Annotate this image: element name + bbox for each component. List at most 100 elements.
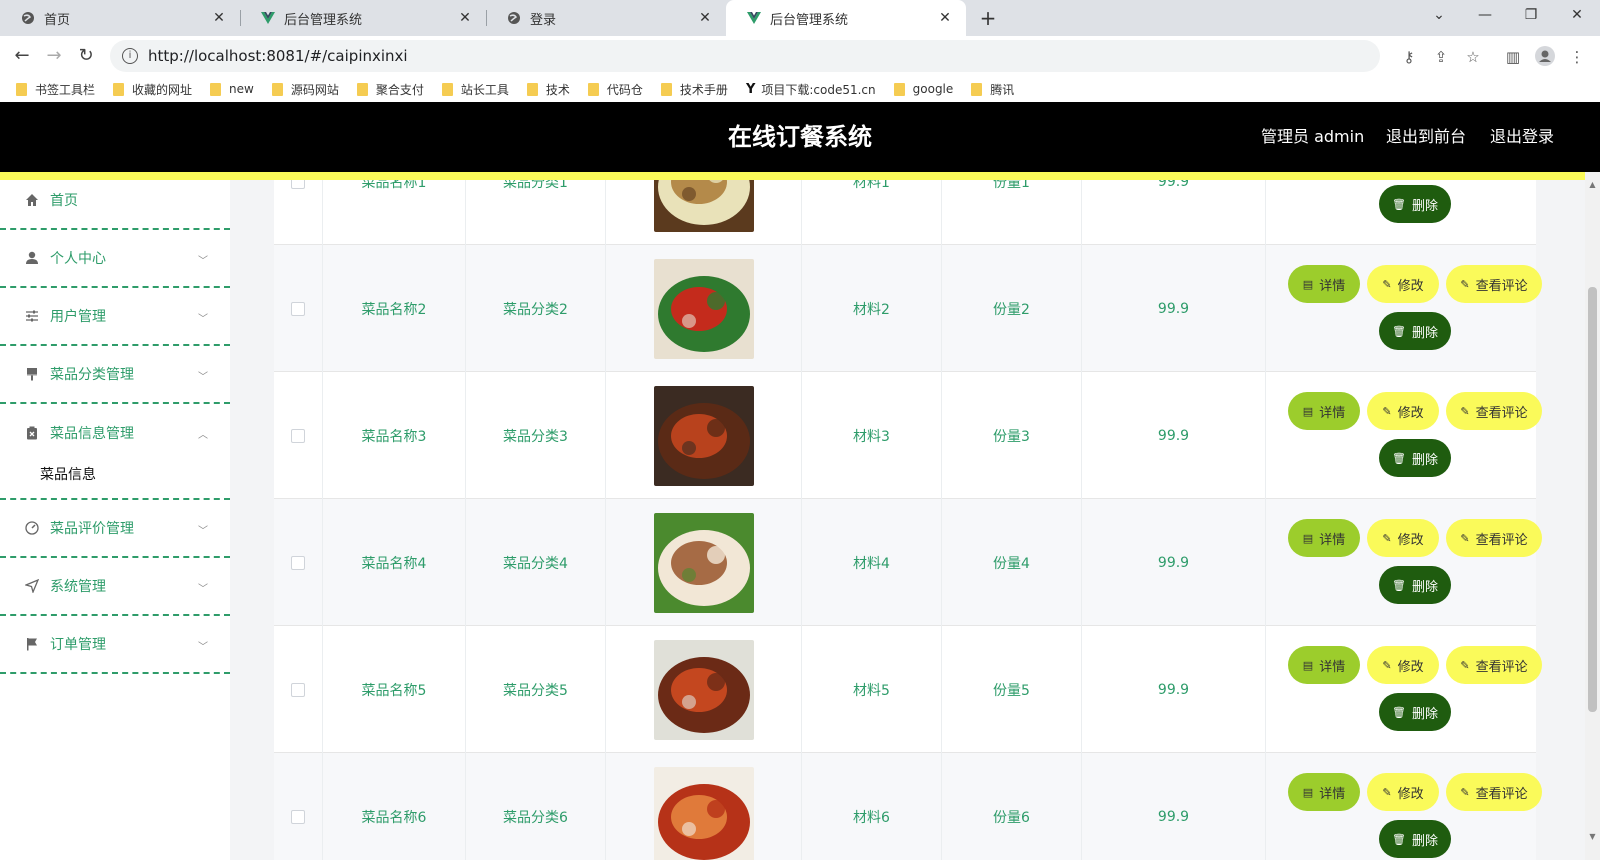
browser-tab-login[interactable]: 登录 ✕ <box>486 0 726 36</box>
scroll-up-icon[interactable]: ▲ <box>1585 180 1600 189</box>
sidebar-item-orders[interactable]: 订单管理 ﹀ <box>0 616 230 674</box>
cell-price: 99.9 <box>1082 626 1266 753</box>
browser-tab-admin-active[interactable]: 后台管理系统 ✕ <box>726 0 966 36</box>
sidebar-item-dish-review[interactable]: 菜品评价管理 ﹀ <box>0 500 230 558</box>
sidebar-item-users[interactable]: 用户管理 ﹀ <box>0 288 230 346</box>
button-label: 查看评论 <box>1475 278 1528 294</box>
logout-link[interactable]: 退出登录 <box>1490 102 1554 172</box>
forward-icon[interactable]: → <box>40 42 68 70</box>
info-icon[interactable]: i <box>122 48 138 64</box>
bookmarks-bar: 书签工具栏 收藏的网址 new 源码网站 聚合支付 站长工具 技术 代码仓 技术… <box>0 76 1600 102</box>
button-label: 删除 <box>1411 452 1438 468</box>
sidebar-item-dish-category[interactable]: 菜品分类管理 ﹀ <box>0 346 230 404</box>
delete-button[interactable]: 🗑 删除 <box>1379 312 1451 350</box>
view-reviews-button[interactable]: ✎ 查看评论 <box>1446 519 1542 557</box>
bookmark-item[interactable]: 书签工具栏 <box>16 81 95 98</box>
close-icon[interactable]: ✕ <box>696 10 714 26</box>
browser-tab-home[interactable]: 首页 ✕ <box>0 0 240 36</box>
document-icon: ▤ <box>1302 277 1314 291</box>
delete-button[interactable]: 🗑 删除 <box>1379 693 1451 731</box>
edit-button[interactable]: ✎ 修改 <box>1367 519 1439 557</box>
menu-kebab-icon[interactable]: ⋮ <box>1566 46 1588 68</box>
back-to-front-link[interactable]: 退出到前台 <box>1386 102 1466 172</box>
edit-button[interactable]: ✎ 修改 <box>1367 392 1439 430</box>
trash-icon: 🗑 <box>1392 832 1406 846</box>
detail-button[interactable]: ▤ 详情 <box>1288 646 1360 684</box>
new-tab-icon[interactable]: + <box>976 6 1000 30</box>
sidebar-item-profile[interactable]: 个人中心 ﹀ <box>0 230 230 288</box>
minimize-icon[interactable]: — <box>1462 0 1508 30</box>
bookmark-item[interactable]: 代码仓 <box>587 81 643 98</box>
cell-category: 菜品分类1 <box>466 180 606 245</box>
sidebar-item-label: 菜品评价管理 <box>50 521 134 537</box>
bookmark-item[interactable]: 收藏的网址 <box>113 81 192 98</box>
scroll-down-icon[interactable]: ▼ <box>1585 832 1600 841</box>
edit-button[interactable]: ✎ 修改 <box>1367 265 1439 303</box>
view-reviews-button[interactable]: ✎ 查看评论 <box>1446 646 1542 684</box>
row-checkbox[interactable] <box>291 555 305 570</box>
vue-icon <box>746 10 762 26</box>
delete-button[interactable]: 🗑 删除 <box>1379 439 1451 477</box>
close-icon[interactable]: ✕ <box>936 10 954 26</box>
cell-portion: 份量5 <box>942 626 1082 753</box>
cell-category: 菜品分类6 <box>466 753 606 860</box>
side-panel-icon[interactable]: ▥ <box>1502 46 1524 68</box>
detail-button[interactable]: ▤ 详情 <box>1288 519 1360 557</box>
view-reviews-button[interactable]: ✎ 查看评论 <box>1446 265 1542 303</box>
url-input[interactable]: i http://localhost:8081/#/caipinxinxi <box>110 40 1380 72</box>
edit-button[interactable]: ✎ 修改 <box>1367 646 1439 684</box>
submenu-item-dish-info[interactable]: 菜品信息 <box>0 450 230 500</box>
tab-search-chevron-icon[interactable]: ⌄ <box>1416 0 1462 30</box>
delete-button[interactable]: 🗑 删除 <box>1379 820 1451 858</box>
pencil-icon: ✎ <box>1460 404 1470 418</box>
close-icon[interactable]: ✕ <box>456 10 474 26</box>
sidebar-item-home[interactable]: 首页 <box>0 172 230 230</box>
row-checkbox[interactable] <box>291 428 305 443</box>
sidebar-item-label: 系统管理 <box>50 579 106 595</box>
restore-icon[interactable]: ❐ <box>1508 0 1554 30</box>
bookmark-item[interactable]: 站长工具 <box>441 81 509 98</box>
sidebar-item-system[interactable]: 系统管理 ﹀ <box>0 558 230 616</box>
scroll-thumb[interactable] <box>1588 287 1597 712</box>
dish-image-cell <box>606 753 802 860</box>
bookmark-item[interactable]: new <box>210 82 254 96</box>
reload-icon[interactable]: ↻ <box>72 42 100 70</box>
trash-icon: 🗑 <box>1392 578 1406 592</box>
star-icon[interactable]: ☆ <box>1462 46 1484 68</box>
chevron-down-icon: ﹀ <box>198 372 208 383</box>
view-reviews-button[interactable]: ✎ 查看评论 <box>1446 773 1542 811</box>
button-label: 删除 <box>1411 198 1438 214</box>
detail-button[interactable]: ▤ 详情 <box>1288 392 1360 430</box>
user-icon <box>24 250 40 266</box>
bookmark-item[interactable]: google <box>893 82 953 96</box>
close-icon[interactable]: ✕ <box>210 10 228 26</box>
browser-tab-admin-1[interactable]: 后台管理系统 ✕ <box>240 0 486 36</box>
delete-button[interactable]: 🗑 删除 <box>1379 185 1451 223</box>
bookmark-item[interactable]: 技术 <box>526 81 570 98</box>
bookmark-item[interactable]: 腾讯 <box>971 81 1014 98</box>
row-checkbox[interactable] <box>291 809 305 824</box>
detail-button[interactable]: ▤ 详情 <box>1288 265 1360 303</box>
page-scrollbar[interactable]: ▲ ▼ <box>1585 172 1600 860</box>
row-checkbox[interactable] <box>291 180 305 189</box>
row-actions: ▤ 详情 ✎ 修改 ✎ 查看评论 🗑 删除 <box>1266 245 1542 372</box>
delete-button[interactable]: 🗑 删除 <box>1379 566 1451 604</box>
bookmark-item[interactable]: 聚合支付 <box>356 81 424 98</box>
document-icon: ▤ <box>1302 404 1314 418</box>
flag-icon <box>24 636 40 652</box>
profile-icon[interactable] <box>1534 46 1556 68</box>
back-icon[interactable]: ← <box>8 42 36 70</box>
detail-button[interactable]: ▤ 详情 <box>1288 773 1360 811</box>
row-checkbox[interactable] <box>291 301 305 316</box>
key-icon[interactable]: ⚷ <box>1398 46 1420 68</box>
edit-button[interactable]: ✎ 修改 <box>1367 773 1439 811</box>
row-checkbox[interactable] <box>291 682 305 697</box>
bookmark-item[interactable]: Y 项目下载:code51.cn <box>746 81 876 98</box>
view-reviews-button[interactable]: ✎ 查看评论 <box>1446 392 1542 430</box>
window-close-icon[interactable]: ✕ <box>1554 0 1600 30</box>
share-icon[interactable]: ⇪ <box>1430 46 1452 68</box>
bookmark-item[interactable]: 源码网站 <box>271 81 339 98</box>
pencil-icon: ✎ <box>1382 785 1392 799</box>
button-label: 查看评论 <box>1475 532 1528 548</box>
bookmark-item[interactable]: 技术手册 <box>660 81 728 98</box>
